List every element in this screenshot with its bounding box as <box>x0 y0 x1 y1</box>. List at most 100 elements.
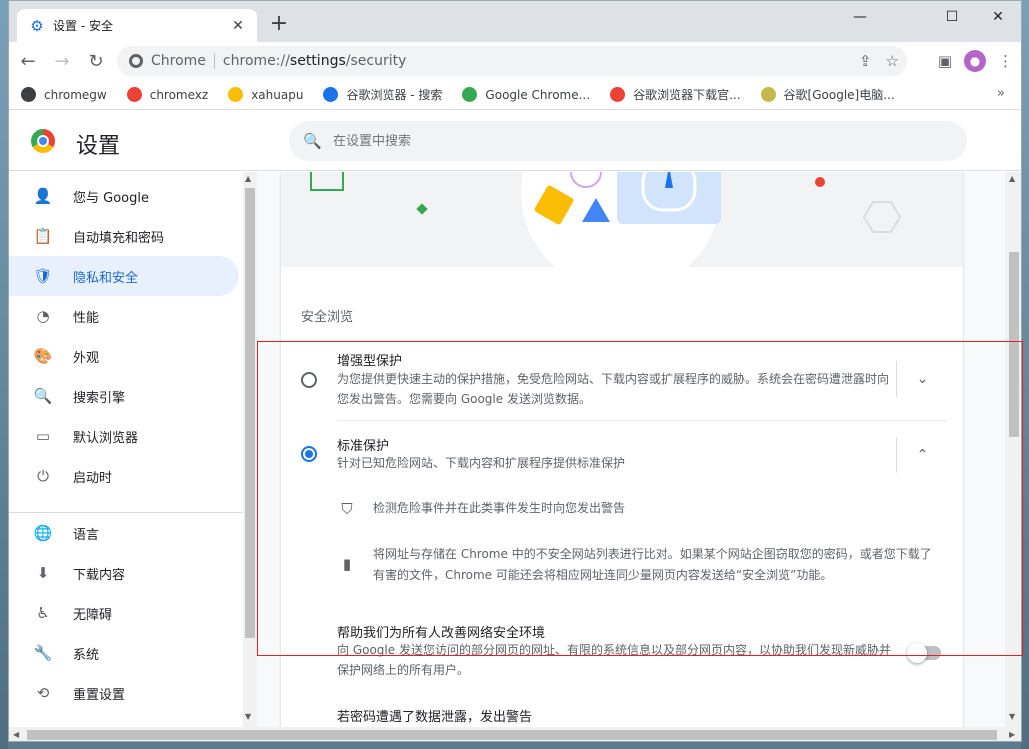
sidebar-item[interactable]: 🌐 语言 <box>9 513 239 553</box>
section-title-safe-browsing: 安全浏览 <box>301 310 354 325</box>
standard-desc: 针对已知危险网站、下载内容和扩展程序提供标准保护 <box>337 456 626 470</box>
radio-enhanced-protection[interactable] <box>301 372 317 388</box>
maximize-button[interactable]: ☐ <box>929 5 975 29</box>
sidebar-scroll-thumb[interactable] <box>245 188 255 638</box>
sidebar-item-label: 性能 <box>73 310 100 326</box>
scroll-right-icon[interactable]: ▶ <box>1009 730 1015 739</box>
sidebar-item-icon: ⬇ <box>36 564 50 582</box>
horizontal-scroll-thumb[interactable] <box>27 730 997 740</box>
bookmarks-more-icon[interactable]: » <box>997 86 1005 101</box>
sidebar-item[interactable]: ◔ 性能 <box>9 296 239 336</box>
help-improve-toggle[interactable] <box>907 643 941 663</box>
sidebar-item-icon: 🌐 <box>33 524 53 542</box>
profile-avatar[interactable]: ● <box>964 50 986 72</box>
detail-detect-events: 检测危险事件并在此类事件发生时向您发出警告 <box>373 501 626 515</box>
omnibox-actions: ⇪ ☆ <box>859 46 899 76</box>
settings-main: 安全浏览 增强型保护 为您提供更快速主动的保护措施，免受危险网站、下载内容或扩展… <box>257 172 1005 727</box>
minimize-button[interactable]: — <box>837 5 883 29</box>
bookmark-label: xahuapu <box>251 87 304 102</box>
bookmark-label: 谷歌浏览器下载官... <box>633 88 741 102</box>
sidebar-item-label: 无障碍 <box>73 607 113 623</box>
sidebar-item-label: 系统 <box>73 647 100 663</box>
help-improve-desc: 向 Google 发送您访问的部分网页的网址、有限的系统信息以及部分网页内容，以… <box>337 643 891 677</box>
sidebar-scrollbar[interactable]: ▲ ▼ <box>243 172 257 727</box>
back-button[interactable]: ← <box>13 46 43 76</box>
bookmark-item[interactable]: Google Chrome... <box>462 87 590 102</box>
site-label: Chrome <box>151 53 206 69</box>
forward-button[interactable]: → <box>47 46 77 76</box>
new-tab-button[interactable]: + <box>267 13 291 37</box>
standard-title: 标准保护 <box>337 439 390 454</box>
radio-standard-protection[interactable] <box>301 446 317 462</box>
title-bar: ⚙ 设置 - 安全 ✕ + — ☐ ✕ <box>9 1 1021 42</box>
help-improve-title: 帮助我们为所有人改善网络安全环境 <box>337 626 546 641</box>
sidebar-item-icon: 👤 <box>33 187 53 205</box>
sidebar-item-label: 默认浏览器 <box>73 430 139 446</box>
settings-search-input[interactable] <box>333 133 833 149</box>
chrome-logo-icon <box>31 129 55 153</box>
sidebar-item[interactable]: 📋 自动填充和密码 <box>9 216 239 256</box>
bookmark-favicon-icon <box>228 87 244 102</box>
reload-button[interactable]: ↻ <box>81 46 111 76</box>
bookmark-label: Google Chrome... <box>485 87 591 102</box>
sidebar-item[interactable]: ⬇ 下载内容 <box>9 553 239 593</box>
address-bar[interactable]: Chrome chrome://settings/security ⇪ ☆ <box>117 46 907 76</box>
bookmark-item[interactable]: chromegw <box>21 87 107 102</box>
sidebar-item[interactable]: 👤 您与 Google <box>9 176 239 216</box>
scroll-up-icon[interactable]: ▲ <box>245 174 251 183</box>
sidebar-item-label: 自动填充和密码 <box>73 230 165 246</box>
main-scroll-thumb[interactable] <box>1009 252 1019 437</box>
bookmark-item[interactable]: chromexz <box>126 87 208 102</box>
sidebar-item[interactable]: ▭ 默认浏览器 <box>9 416 239 456</box>
tab-close-icon[interactable]: ✕ <box>229 18 247 34</box>
settings-header: 设置 🔍 <box>9 111 1021 171</box>
bookmark-item[interactable]: 谷歌[Google]电脑... <box>760 86 895 103</box>
bookmark-favicon-icon <box>323 87 339 102</box>
gear-icon: ⚙ <box>30 16 44 35</box>
sidebar-item-label: 搜索引擎 <box>73 390 126 406</box>
scroll-left-icon[interactable]: ◀ <box>13 730 19 739</box>
side-panel-icon[interactable]: ▣ <box>938 52 952 70</box>
bookmark-item[interactable]: 谷歌浏览器 - 搜索 <box>323 86 442 103</box>
bookmark-star-icon[interactable]: ☆ <box>886 52 899 70</box>
sidebar-item-label: 您与 Google <box>73 190 149 206</box>
sidebar-item[interactable]: ♿ 无障碍 <box>9 593 239 633</box>
sidebar-item[interactable]: 🎨 外观 <box>9 336 239 376</box>
sidebar-item-icon: 🛡 <box>33 267 53 285</box>
chrome-site-icon <box>129 54 143 68</box>
horizontal-scrollbar[interactable]: ◀ ▶ <box>9 727 1021 741</box>
shield-icon: ⛉ <box>341 500 353 518</box>
main-scrollbar[interactable]: ▲ ▼ <box>1005 172 1021 727</box>
enhanced-expand-button[interactable]: ⌄ <box>896 361 948 397</box>
desktop-background-right <box>1021 0 1029 749</box>
sidebar-item[interactable]: ⟲ 重置设置 <box>9 673 239 713</box>
tab-settings-security[interactable]: ⚙ 设置 - 安全 ✕ <box>17 9 257 42</box>
browser-window: ⚙ 设置 - 安全 ✕ + — ☐ ✕ ← → ↻ Chrome chrome:… <box>8 0 1022 742</box>
bookmark-label: 谷歌浏览器 - 搜索 <box>346 88 443 102</box>
sidebar-item-icon: 📋 <box>33 227 53 245</box>
main-scroll-up-icon[interactable]: ▲ <box>1009 174 1015 183</box>
bookmark-favicon-icon <box>610 87 626 102</box>
sidebar-item[interactable]: 🔧 系统 <box>9 633 239 673</box>
bookmark-favicon-icon <box>21 87 36 102</box>
bookmark-item[interactable]: 谷歌浏览器下载官... <box>610 86 741 103</box>
scroll-down-icon[interactable]: ▼ <box>245 712 251 721</box>
share-icon[interactable]: ⇪ <box>859 52 872 70</box>
sidebar-item[interactable]: 🔍 搜索引擎 <box>9 376 239 416</box>
bookmarks-bar: chromegw chromexz xahuapu 谷歌浏览器 - 搜索 Google … <box>9 80 1021 110</box>
sidebar-item-icon: ▭ <box>35 427 51 445</box>
bookmark-favicon-icon <box>760 87 776 102</box>
url-text: chrome://settings/security <box>222 53 407 69</box>
sidebar-item-label: 重置设置 <box>73 687 126 703</box>
sidebar-item-label: 隐私和安全 <box>73 270 139 286</box>
menu-icon[interactable]: ⋮ <box>998 52 1013 70</box>
settings-sidebar: 👤 您与 Google 📋 自动填充和密码 🛡 隐私和安全 ◔ 性能 🎨 外观 🔍 搜索引擎 ▭ 默认浏览… <box>9 172 243 727</box>
standard-collapse-button[interactable]: ⌃ <box>896 437 948 473</box>
bookmark-item[interactable]: xahuapu <box>228 87 303 102</box>
settings-search[interactable]: 🔍 <box>289 121 967 161</box>
sidebar-item[interactable]: ⏻ 启动时 <box>9 456 239 496</box>
close-window-button[interactable]: ✕ <box>975 5 1021 29</box>
main-scroll-down-icon[interactable]: ▼ <box>1009 712 1015 721</box>
security-card: 安全浏览 增强型保护 为您提供更快速主动的保护措施，免受危险网站、下载内容或扩展… <box>281 172 963 727</box>
sidebar-item[interactable]: 🛡 隐私和安全 <box>9 256 239 296</box>
